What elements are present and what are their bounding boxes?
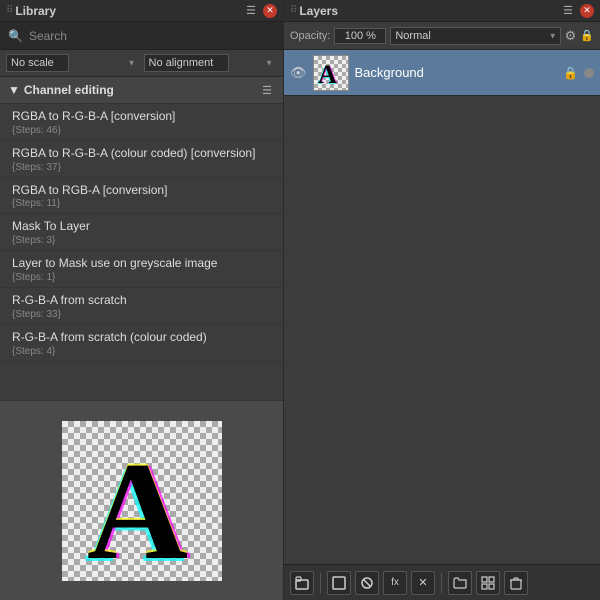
opacity-value[interactable]: 100 % [334,28,386,44]
category-label: Channel editing [24,83,114,97]
mask-icon [360,576,374,590]
grid-icon [481,576,495,590]
library-header-left: ⠿ Library [6,4,56,18]
new-group-button[interactable] [290,571,314,595]
folder-icon [453,576,467,590]
script-name: Mask To Layer [12,218,271,235]
no-scale-wrap: No scale [6,54,140,72]
search-bar: 🔍 [0,22,283,50]
script-name: R-G-B-A from scratch [12,292,271,309]
no-alignment-select[interactable]: No alignment [144,54,229,72]
library-menu-button[interactable]: ☰ [243,3,259,19]
list-item[interactable]: RGBA to R-G-B-A [conversion] {Steps: 46} [0,104,283,141]
script-steps: {Steps: 33} [12,309,271,320]
list-item[interactable]: Layer to Mask use on greyscale image {St… [0,251,283,288]
dropdowns-row: No scale No alignment [0,50,283,77]
script-fx-button[interactable]: fx [383,571,407,595]
new-layer-icon [332,576,346,590]
layers-header-icons: ☰ ✕ [560,3,594,19]
mask-button[interactable] [355,571,379,595]
category-header-left: ▼ Channel editing [8,83,114,97]
list-item[interactable]: R-G-B-A from scratch (colour coded) {Ste… [0,325,283,362]
delete-channel-button[interactable]: ✕ [411,571,435,595]
drag-handle-left: ⠿ [6,5,11,16]
script-name: Layer to Mask use on greyscale image [12,255,271,272]
lock-icon[interactable]: 🔒 [580,29,594,42]
library-header: ⠿ Library ☰ ✕ [0,0,283,22]
layer-lock-icon[interactable]: 🔒 [563,66,578,80]
layer-thumb-svg: A A A [316,58,346,88]
left-panel: ⠿ Library ☰ ✕ 🔍 No scale No alignment [0,0,284,600]
script-steps: {Steps: 1} [12,272,271,283]
search-icon: 🔍 [8,29,23,43]
category-chevron-icon: ▼ [8,83,20,97]
right-panel: ⠿ Layers ☰ ✕ Opacity: 100 % Normal ⚙ 🔒 👁… [284,0,600,600]
script-name: RGBA to RGB-A [conversion] [12,182,271,199]
script-steps: {Steps: 4} [12,346,271,357]
script-steps: {Steps: 46} [12,125,271,136]
category-menu-icon[interactable]: ☰ [259,82,275,98]
layer-thumbnail: A A A [313,55,349,91]
blend-mode-wrap: Normal [390,27,560,45]
layers-content: 👁 A A A Background 🔒 [284,50,600,564]
library-title: Library [15,4,56,18]
list-item[interactable]: R-G-B-A from scratch {Steps: 33} [0,288,283,325]
canvas-preview: A A A A [62,421,222,581]
library-close-button[interactable]: ✕ [263,4,277,18]
layer-visibility-icon[interactable]: 👁 [290,65,307,81]
layer-item[interactable]: 👁 A A A Background 🔒 [284,50,600,96]
grid-button[interactable] [476,571,500,595]
new-group-icon [295,576,309,590]
svg-text:A: A [318,60,337,88]
letter-a-svg: A A A A [77,428,207,573]
layers-header-left: ⠿ Layers [290,4,338,18]
opacity-row: Opacity: 100 % Normal ⚙ 🔒 [284,22,600,50]
toolbar-separator-2 [441,573,442,593]
toolbar-separator-1 [320,573,321,593]
library-header-icons: ☰ ✕ [243,3,277,19]
script-name: RGBA to R-G-B-A (colour coded) [conversi… [12,145,271,162]
folder-button[interactable] [448,571,472,595]
script-steps: {Steps: 37} [12,162,271,173]
list-item[interactable]: RGBA to R-G-B-A (colour coded) [conversi… [0,141,283,178]
category-header[interactable]: ▼ Channel editing ☰ [0,77,283,104]
layers-settings-icon[interactable]: ⚙ [565,28,577,44]
script-fx-label: fx [391,577,399,588]
script-list: ▼ Channel editing ☰ RGBA to R-G-B-A [con… [0,77,283,400]
blend-mode-select[interactable]: Normal [390,27,560,45]
search-input[interactable] [29,29,275,43]
layers-bottom-toolbar: fx ✕ [284,564,600,600]
preview-area: A A A A [0,400,283,600]
svg-text:A: A [87,434,188,573]
trash-button[interactable] [504,571,528,595]
layers-close-button[interactable]: ✕ [580,4,594,18]
delete-channel-icon: ✕ [418,576,427,589]
trash-icon [509,576,523,590]
no-scale-select[interactable]: No scale [6,54,69,72]
layers-menu-button[interactable]: ☰ [560,3,576,19]
layer-dot [584,68,594,78]
list-item[interactable]: RGBA to RGB-A [conversion] {Steps: 11} [0,178,283,215]
script-name: RGBA to R-G-B-A [conversion] [12,108,271,125]
script-steps: {Steps: 11} [12,198,271,209]
opacity-label: Opacity: [290,30,330,42]
no-alignment-wrap: No alignment [144,54,278,72]
layer-name: Background [355,65,558,80]
layers-header: ⠿ Layers ☰ ✕ [284,0,600,22]
script-name: R-G-B-A from scratch (colour coded) [12,329,271,346]
script-steps: {Steps: 3} [12,235,271,246]
list-item[interactable]: Mask To Layer {Steps: 3} [0,214,283,251]
drag-handle-right: ⠿ [290,5,295,16]
layers-title: Layers [299,4,338,18]
new-layer-button[interactable] [327,571,351,595]
